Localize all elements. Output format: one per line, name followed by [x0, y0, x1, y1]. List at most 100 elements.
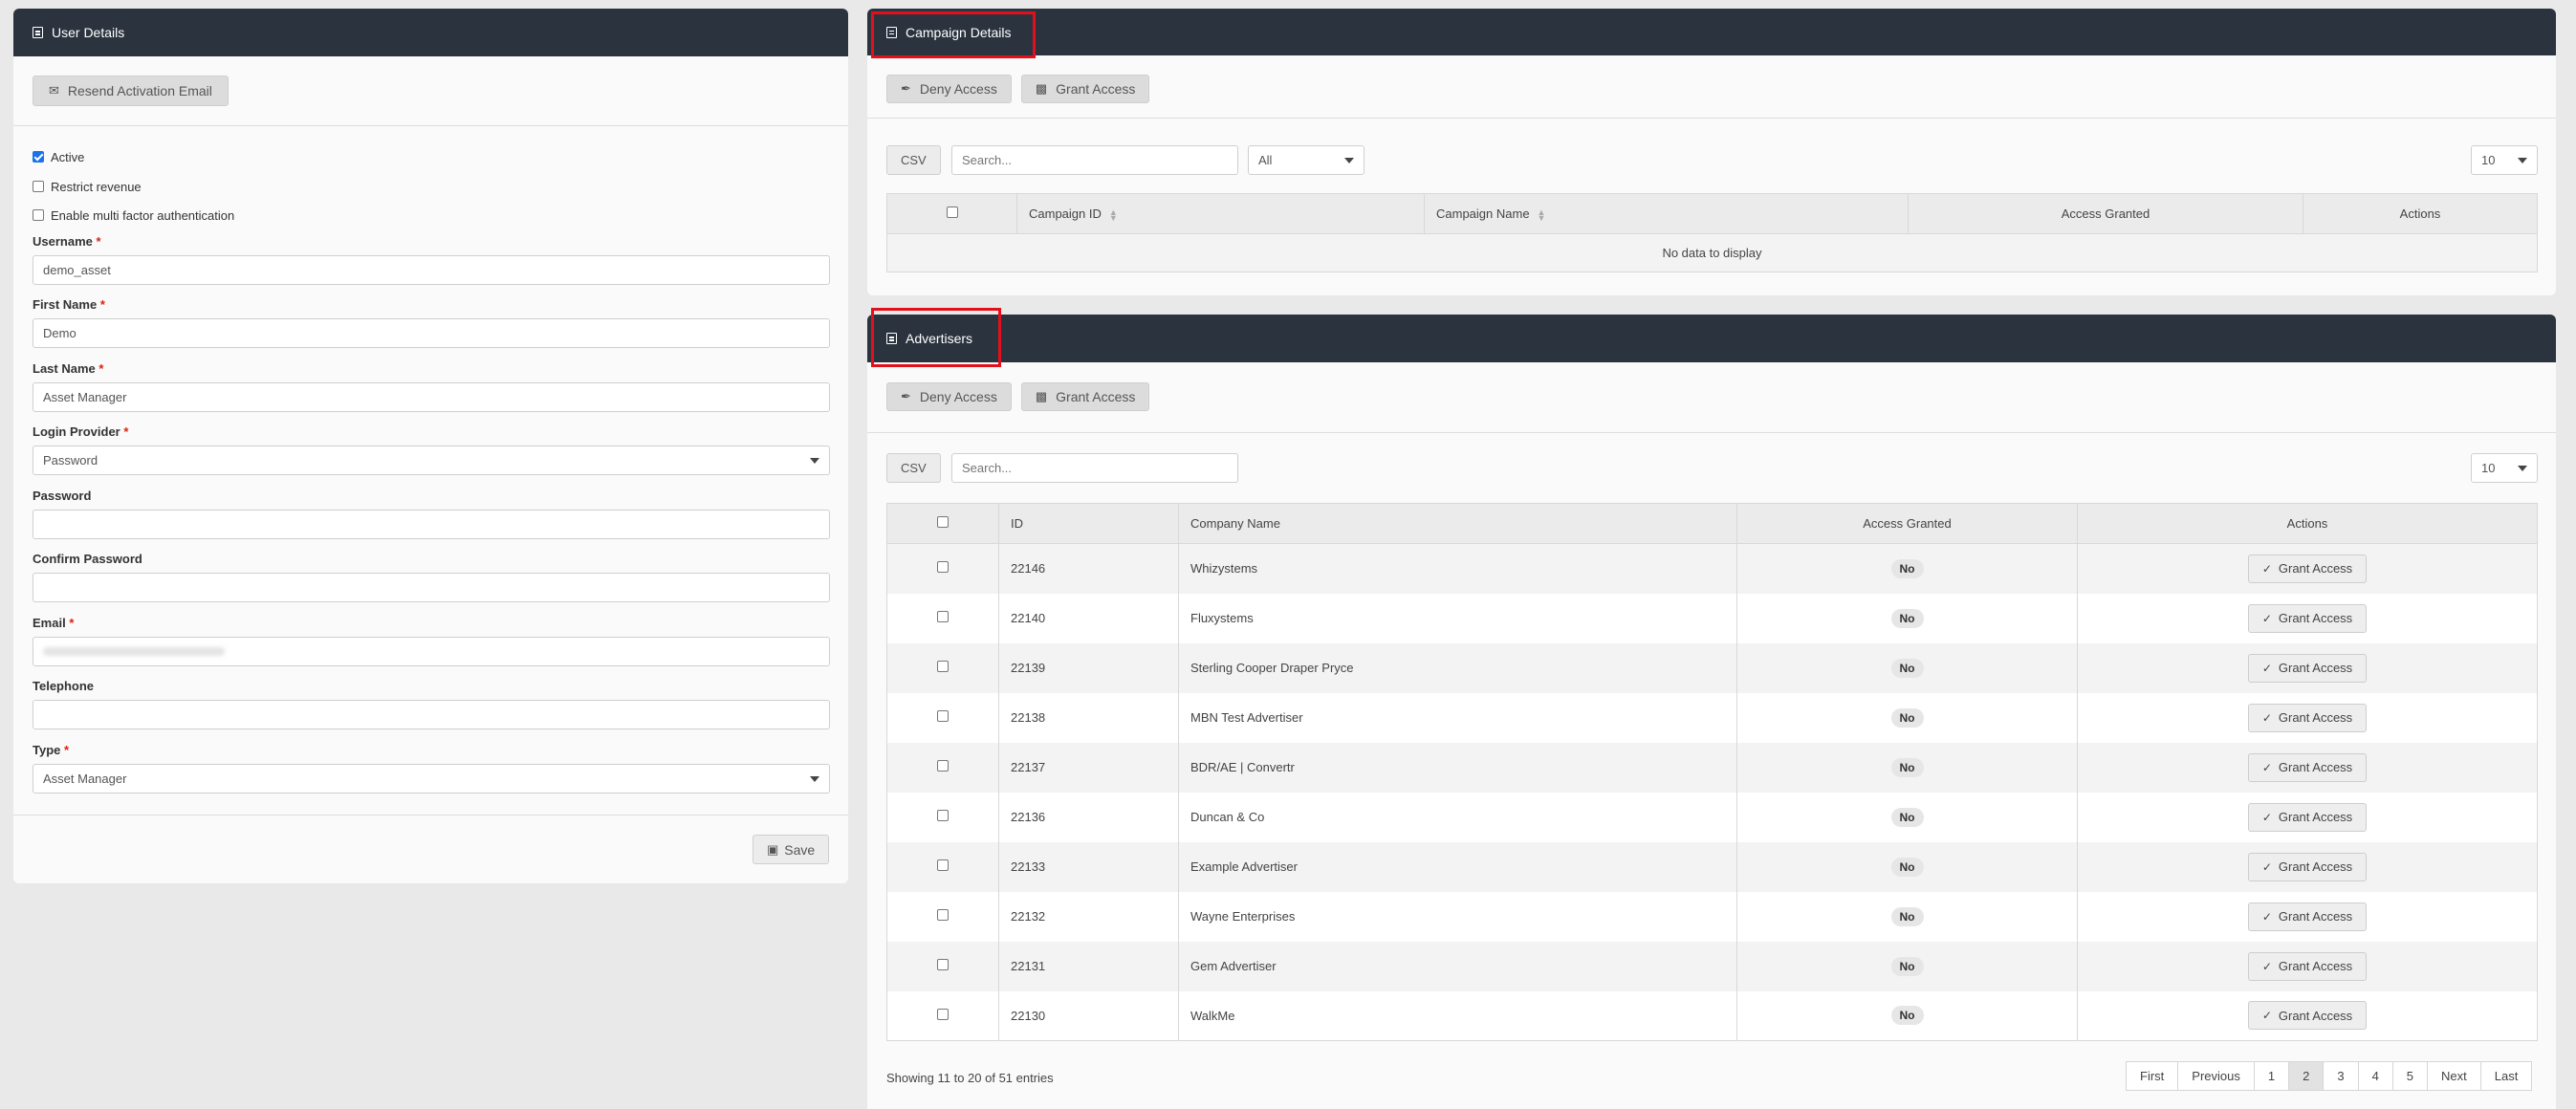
last-name-label: Last Name *	[33, 361, 104, 376]
grant-access-label: Grant Access	[1056, 81, 1136, 97]
row-grant-access-button[interactable]: ✓ Grant Access	[2247, 703, 2368, 732]
restrict-revenue-checkbox-row[interactable]: Restrict revenue	[33, 177, 234, 196]
advertisers-csv-button[interactable]: CSV	[886, 453, 941, 483]
confirm-password-input[interactable]	[33, 573, 830, 602]
campaign-filter-select[interactable]: All	[1248, 145, 1364, 175]
advertisers-deny-access-button[interactable]: ✒ Deny Access	[886, 382, 1012, 411]
mfa-label: Enable multi factor authentication	[51, 207, 235, 223]
access-granted-header: Access Granted	[1908, 193, 2303, 234]
row-grant-access-button[interactable]: ✓ Grant Access	[2247, 554, 2368, 583]
row-checkbox[interactable]	[937, 611, 949, 622]
id-header[interactable]: ID	[998, 503, 1179, 544]
mfa-checkbox-row[interactable]: Enable multi factor authentication	[33, 206, 234, 225]
page-previous[interactable]: Previous	[2177, 1061, 2255, 1091]
page-1[interactable]: 1	[2253, 1061, 2290, 1091]
campaign-grant-access-button[interactable]: ▩ Grant Access	[1020, 75, 1150, 103]
restrict-revenue-checkbox[interactable]	[33, 181, 44, 192]
row-grant-access-button[interactable]: ✓ Grant Access	[2247, 752, 2368, 782]
access-granted-cell: No	[1736, 742, 2078, 793]
page-first[interactable]: First	[2126, 1061, 2179, 1091]
advertiser-id: 22131	[998, 941, 1179, 991]
advertisers-grant-access-button[interactable]: ▩ Grant Access	[1020, 382, 1150, 411]
advertisers-panel: Advertisers ✒ Deny Access ▩ Grant Access…	[867, 315, 2556, 1109]
check-icon: ✓	[2261, 959, 2272, 973]
table-row: 22140 Fluxystems No ✓ Grant Access	[886, 593, 2538, 643]
row-grant-access-button[interactable]: ✓ Grant Access	[2247, 1001, 2368, 1031]
advertisers-table: ID Company Name Access Granted Actions 2…	[886, 503, 2538, 1041]
row-checkbox[interactable]	[937, 710, 949, 722]
row-checkbox[interactable]	[937, 959, 949, 970]
campaign-name-header[interactable]: Campaign Name ▲ ▼	[1424, 193, 1909, 234]
row-checkbox[interactable]	[937, 810, 949, 821]
row-checkbox-cell	[886, 941, 999, 991]
last-name-input[interactable]: Asset Manager	[33, 382, 830, 412]
campaign-id-header[interactable]: Campaign ID ▲ ▼	[1016, 193, 1425, 234]
csv-label: CSV	[901, 461, 927, 475]
row-grant-access-button[interactable]: ✓ Grant Access	[2247, 653, 2368, 683]
page-size-value: 10	[2481, 461, 2496, 475]
save-button[interactable]: ▣ Save	[753, 835, 830, 864]
advertisers-page-size-select[interactable]: 10	[2471, 453, 2538, 483]
page-next[interactable]: Next	[2427, 1061, 2481, 1091]
login-provider-select[interactable]: Password	[33, 446, 830, 475]
active-checkbox[interactable]	[33, 151, 44, 163]
row-grant-access-button[interactable]: ✓ Grant Access	[2247, 603, 2368, 633]
advertisers-highlight	[871, 308, 1001, 367]
row-grant-access-button[interactable]: ✓ Grant Access	[2247, 902, 2368, 931]
access-granted-cell: No	[1736, 543, 2078, 594]
check-icon: ✓	[2261, 909, 2272, 924]
lock-icon: ▩	[1035, 389, 1048, 403]
row-checkbox[interactable]	[937, 909, 949, 921]
telephone-input[interactable]	[33, 700, 830, 729]
actions-cell: ✓ Grant Access	[2077, 941, 2538, 991]
row-checkbox[interactable]	[937, 859, 949, 871]
login-provider-label: Login Provider *	[33, 424, 129, 439]
company-name: Duncan & Co	[1178, 792, 1737, 842]
campaign-search-input[interactable]	[951, 145, 1238, 175]
page-4[interactable]: 4	[2357, 1061, 2393, 1091]
campaign-page-size-select[interactable]: 10	[2471, 145, 2538, 175]
access-granted-cell: No	[1736, 841, 2078, 892]
email-input[interactable]	[33, 637, 830, 666]
username-input[interactable]: demo_asset	[33, 255, 830, 285]
row-checkbox[interactable]	[937, 1008, 949, 1020]
access-granted-cell: No	[1736, 891, 2078, 942]
page-5[interactable]: 5	[2391, 1061, 2429, 1091]
access-status-badge: No	[1890, 906, 1924, 926]
brush-icon: ✒	[901, 389, 911, 403]
row-checkbox-cell	[886, 543, 999, 594]
row-grant-access-button[interactable]: ✓ Grant Access	[2247, 951, 2368, 981]
page-last[interactable]: Last	[2479, 1061, 2533, 1091]
row-checkbox-cell	[886, 891, 999, 942]
select-all-checkbox[interactable]	[937, 516, 949, 528]
csv-label: CSV	[901, 153, 927, 167]
row-grant-access-button[interactable]: ✓ Grant Access	[2247, 802, 2368, 832]
company-name: Wayne Enterprises	[1178, 891, 1737, 942]
page-2[interactable]: 2	[2288, 1061, 2325, 1091]
type-select[interactable]: Asset Manager	[33, 764, 830, 794]
actions-header: Actions	[2303, 193, 2538, 234]
advertisers-search-input[interactable]	[951, 453, 1238, 483]
first-name-input[interactable]: Demo	[33, 318, 830, 348]
company-name-header[interactable]: Company Name	[1178, 503, 1737, 544]
divider	[867, 118, 2556, 119]
password-input[interactable]	[33, 510, 830, 539]
mfa-checkbox[interactable]	[33, 209, 44, 221]
grant-access-label: Grant Access	[2278, 661, 2353, 675]
company-name: WalkMe	[1178, 990, 1737, 1041]
actions-cell: ✓ Grant Access	[2077, 543, 2538, 594]
row-checkbox[interactable]	[937, 661, 949, 672]
page-3[interactable]: 3	[2323, 1061, 2359, 1091]
advertiser-id: 22138	[998, 692, 1179, 743]
row-checkbox[interactable]	[937, 561, 949, 574]
resend-activation-button[interactable]: ✉ Resend Activation Email	[33, 76, 229, 106]
company-name: Fluxystems	[1178, 593, 1737, 643]
username-value: demo_asset	[43, 263, 111, 277]
row-checkbox[interactable]	[937, 760, 949, 772]
campaign-csv-button[interactable]: CSV	[886, 145, 941, 175]
select-all-checkbox[interactable]	[946, 207, 958, 218]
active-checkbox-row[interactable]: Active	[33, 147, 234, 166]
campaign-deny-access-button[interactable]: ✒ Deny Access	[886, 75, 1012, 103]
row-grant-access-button[interactable]: ✓ Grant Access	[2247, 852, 2368, 881]
access-status-badge: No	[1890, 956, 1924, 976]
